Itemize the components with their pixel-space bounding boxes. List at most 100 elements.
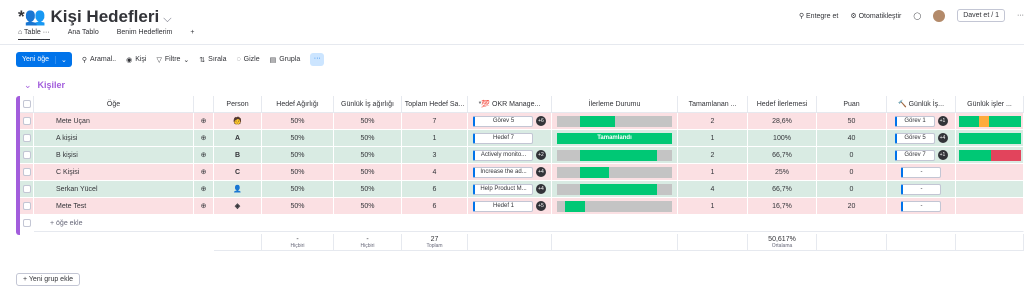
group-title[interactable]: ⌄ Kişiler: [24, 80, 65, 91]
task-pill[interactable]: -: [901, 200, 941, 212]
row-checkbox[interactable]: [20, 164, 34, 181]
task-pill[interactable]: Görev 7: [894, 149, 935, 161]
board-title[interactable]: *👥 Kişi Hedefleri ⌵: [18, 7, 172, 27]
person-cell[interactable]: A: [214, 130, 262, 147]
select-all-checkbox[interactable]: [20, 96, 34, 113]
task-pill[interactable]: Görev 5: [894, 132, 935, 144]
column-header[interactable]: Puan: [817, 96, 887, 113]
checkbox[interactable]: [22, 202, 31, 210]
row-checkbox[interactable]: [20, 130, 34, 147]
row-checkbox[interactable]: [20, 113, 34, 130]
table-row[interactable]: Mete Test ⊕ ◈ 50% 50% 6 Hedef 1 +5 1 16,7% 20 -: [16, 198, 1024, 215]
column-header[interactable]: Günlük İş ağırlığı: [334, 96, 402, 113]
okr-pill[interactable]: Görev 5: [473, 115, 533, 127]
update-icon[interactable]: ⊕: [194, 113, 214, 130]
filter-button[interactable]: ▽ Filtre ⌄: [156, 56, 189, 64]
okr-cell[interactable]: Görev 5 +6: [468, 113, 552, 130]
gunluk-is-cell[interactable]: Görev 5 +4: [887, 130, 956, 147]
add-view-button[interactable]: +: [190, 29, 194, 40]
table-row[interactable]: B kişisi ⊕ B 50% 50% 3 Actively monito... +2 2 66…: [16, 147, 1024, 164]
person-cell[interactable]: 🧑: [214, 113, 262, 130]
okr-pill[interactable]: Help Product M...: [473, 183, 533, 195]
chevron-down-icon[interactable]: ⌄: [24, 80, 32, 90]
update-icon[interactable]: ⊕: [194, 164, 214, 181]
search-button[interactable]: ⚲ Aramal..: [82, 56, 116, 64]
person-cell[interactable]: 👤: [214, 181, 262, 198]
okr-pill[interactable]: Actively monito...: [473, 149, 533, 161]
item-name[interactable]: Mete Uçan: [34, 113, 194, 130]
gunluk-is-cell[interactable]: -: [887, 181, 956, 198]
update-icon[interactable]: ⊕: [194, 181, 214, 198]
new-item-button[interactable]: Yeni öğe ⌄: [16, 52, 72, 67]
add-group-button[interactable]: + Yeni grup ekle: [16, 273, 81, 286]
checkbox[interactable]: [22, 100, 31, 108]
table-row[interactable]: Serkan Yücel ⊕ 👤 50% 50% 6 Help Product M... +4…: [16, 181, 1024, 198]
gunluk-is-cell[interactable]: -: [887, 198, 956, 215]
okr-cell[interactable]: Hedef 1 +5: [468, 198, 552, 215]
row-checkbox[interactable]: [20, 198, 34, 215]
sort-button[interactable]: ⇅ Sırala: [199, 56, 226, 64]
person-filter-button[interactable]: ◉ Kişi: [126, 56, 146, 64]
okr-pill[interactable]: Increase the ad...: [473, 166, 533, 178]
automate-button[interactable]: ⚙ Otomatikleştir: [850, 12, 901, 20]
checkbox[interactable]: [22, 151, 31, 159]
item-name[interactable]: A kişisi: [34, 130, 194, 147]
hide-button[interactable]: ◌ Gizle: [236, 56, 259, 63]
gunluk-is-cell[interactable]: Görev 1 +1: [887, 113, 956, 130]
item-name[interactable]: Serkan Yücel: [34, 181, 194, 198]
more-icon[interactable]: ···: [1017, 12, 1024, 19]
task-pill[interactable]: -: [901, 166, 941, 178]
column-header[interactable]: Hedef İlerlemesi: [748, 96, 817, 113]
group-button[interactable]: ▤ Grupla: [270, 56, 301, 64]
column-header[interactable]: Toplam Hedef Sa...: [402, 96, 468, 113]
update-icon[interactable]: ⊕: [194, 198, 214, 215]
gunluk-is-cell[interactable]: Görev 7 +1: [887, 147, 956, 164]
add-item-input[interactable]: + öğe ekle: [34, 215, 1024, 232]
item-name[interactable]: Mete Test: [34, 198, 194, 215]
table-row[interactable]: C Kişisi ⊕ C 50% 50% 4 Increase the ad... +4 1 25…: [16, 164, 1024, 181]
invite-button[interactable]: Davet et / 1: [957, 9, 1005, 22]
okr-pill[interactable]: Hedef 1: [473, 200, 533, 212]
person-cell[interactable]: B: [214, 147, 262, 164]
okr-cell[interactable]: Hedef 7: [468, 130, 552, 147]
column-header[interactable]: Person: [214, 96, 262, 113]
add-item-row[interactable]: + öğe ekle: [16, 215, 1024, 232]
avatar[interactable]: [933, 9, 946, 22]
chevron-down-icon[interactable]: ⌵: [163, 13, 171, 25]
checkbox[interactable]: [22, 134, 31, 142]
column-header[interactable]: 🔨 Günlük İş...: [887, 96, 956, 113]
item-name[interactable]: C Kişisi: [34, 164, 194, 181]
chevron-down-icon[interactable]: ⌄: [55, 55, 72, 64]
column-header[interactable]: İlerleme Durumu: [552, 96, 678, 113]
integrate-button[interactable]: ⚲ Entegre et: [799, 12, 838, 20]
gunluk-is-cell[interactable]: -: [887, 164, 956, 181]
person-cell[interactable]: C: [214, 164, 262, 181]
tab-benim-hedeflerim[interactable]: Benim Hedeflerim: [117, 29, 173, 40]
row-checkbox[interactable]: [20, 147, 34, 164]
chat-icon[interactable]: ◯: [913, 12, 921, 20]
item-name[interactable]: B kişisi: [34, 147, 194, 164]
okr-cell[interactable]: Actively monito... +2: [468, 147, 552, 164]
column-header[interactable]: Günlük işler ...: [956, 96, 1024, 113]
person-cell[interactable]: ◈: [214, 198, 262, 215]
task-pill[interactable]: Görev 1: [894, 115, 935, 127]
update-icon[interactable]: ⊕: [194, 130, 214, 147]
table-row[interactable]: A kişisi ⊕ A 50% 50% 1 Hedef 7 Tamamlandı 1 100% 4…: [16, 130, 1024, 147]
checkbox[interactable]: [22, 117, 31, 125]
tab-ana-tablo[interactable]: Ana Tablo: [68, 29, 99, 40]
column-header[interactable]: Hedef Ağırlığı: [262, 96, 334, 113]
column-header[interactable]: Tamamlanan ...: [678, 96, 748, 113]
okr-pill[interactable]: Hedef 7: [473, 132, 533, 144]
more-toolbar-button[interactable]: ···: [310, 53, 325, 66]
row-checkbox[interactable]: [20, 181, 34, 198]
okr-cell[interactable]: Increase the ad... +4: [468, 164, 552, 181]
column-header[interactable]: Öğe: [34, 96, 194, 113]
update-icon[interactable]: ⊕: [194, 147, 214, 164]
task-pill[interactable]: -: [901, 183, 941, 195]
tab-table[interactable]: ⌂ Table ···: [18, 29, 50, 40]
okr-cell[interactable]: Help Product M... +4: [468, 181, 552, 198]
checkbox[interactable]: [22, 168, 31, 176]
column-header[interactable]: *💯 OKR Manage...: [468, 96, 552, 113]
table-row[interactable]: Mete Uçan ⊕ 🧑 50% 50% 7 Görev 5 +6 2 28,6% 50 Görev…: [16, 113, 1024, 130]
checkbox[interactable]: [22, 185, 31, 193]
